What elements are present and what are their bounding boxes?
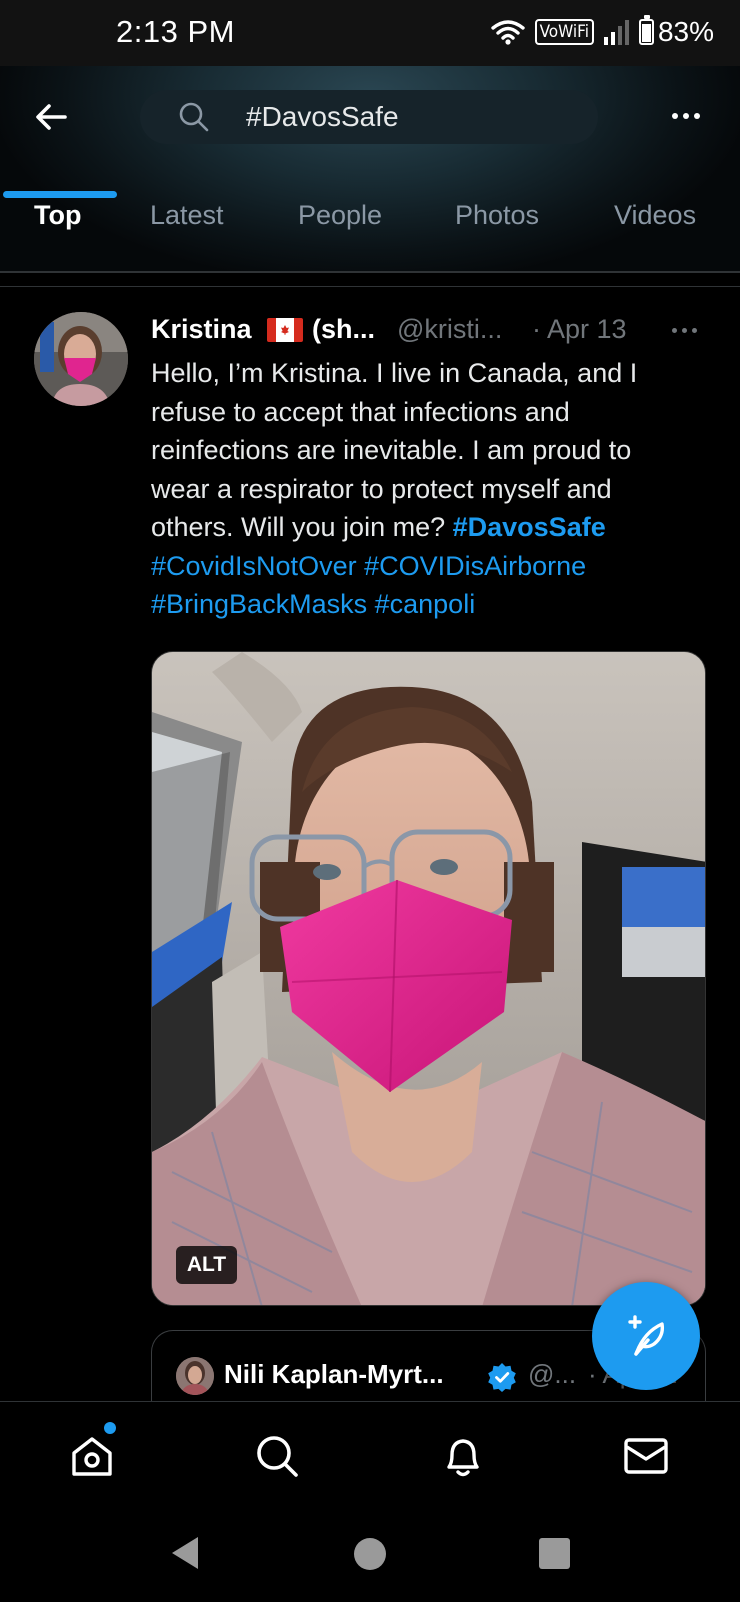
hashtag-covidisairborne[interactable]: #COVIDisAirborne — [364, 551, 586, 581]
active-tab-indicator — [3, 191, 117, 198]
search-header: Top Latest People Photos Videos — [0, 66, 740, 272]
battery-icon — [638, 15, 654, 45]
nav-messages-button[interactable] — [620, 1430, 672, 1482]
tab-photos[interactable]: Photos — [455, 196, 539, 272]
tweet-text-plain: others. Will you join me? — [151, 512, 453, 542]
nav-home-button[interactable] — [66, 1430, 118, 1482]
tab-videos[interactable]: Videos — [614, 196, 696, 272]
system-recents-button[interactable] — [539, 1538, 570, 1569]
tweet-more-button[interactable] — [672, 328, 697, 333]
battery-percent: 83% — [657, 16, 714, 47]
battery: 83% — [638, 15, 714, 48]
display-name[interactable]: Kristina — [151, 314, 252, 345]
tweet-date[interactable]: · Apr 13 — [532, 314, 627, 345]
compose-feather-icon — [628, 1315, 665, 1356]
tweet-text-line: others. Will you join me? #DavosSafe — [151, 508, 711, 547]
messages-icon — [624, 1438, 668, 1474]
user-handle[interactable]: @kristi... — [397, 314, 502, 345]
display-name-suffix[interactable]: (sh... — [312, 314, 375, 345]
hashtag-bringbackmasks[interactable]: #BringBackMasks — [151, 589, 367, 619]
tab-people[interactable]: People — [298, 196, 382, 272]
avatar — [176, 1357, 214, 1395]
nav-notifications-button[interactable] — [437, 1430, 489, 1482]
compose-tweet-button[interactable] — [592, 1282, 700, 1390]
search-tabs: Top Latest People Photos Videos — [0, 196, 740, 272]
system-home-button[interactable] — [354, 1538, 386, 1570]
nav-search-button[interactable] — [251, 1430, 303, 1482]
search-input[interactable] — [246, 101, 566, 133]
search-icon — [178, 101, 210, 133]
canada-flag-icon — [267, 318, 303, 342]
tweet-photo[interactable]: ALT — [151, 651, 706, 1306]
back-arrow-icon — [36, 104, 67, 130]
signal-icon — [603, 19, 629, 45]
tweet-text-line: #CovidIsNotOver #COVIDisAirborne — [151, 547, 711, 586]
search-icon — [257, 1436, 298, 1477]
system-navigation-bar — [0, 1505, 740, 1602]
tweet-header: Kristina (sh... @kristi... · Apr 13 — [151, 314, 711, 350]
tab-latest[interactable]: Latest — [150, 196, 224, 272]
system-back-icon[interactable] — [168, 1535, 200, 1571]
search-bar[interactable] — [140, 90, 598, 144]
hashtag-covidisnotover[interactable]: #CovidIsNotOver — [151, 551, 357, 581]
quoted-handle: @... — [528, 1359, 577, 1389]
home-icon — [72, 1437, 112, 1476]
selfie-photo — [152, 652, 705, 1305]
bottom-navigation — [0, 1401, 740, 1505]
status-icons: VoWiFi 83% — [490, 15, 714, 48]
hashtag-canpoli[interactable]: #canpoli — [375, 589, 476, 619]
verified-badge-icon — [488, 1363, 516, 1392]
tweet-text-line: Hello, I’m Kristina. I live in Canada, a… — [151, 358, 638, 388]
more-options-button[interactable] — [664, 96, 708, 136]
status-time: 2:13 PM — [116, 14, 235, 49]
home-notification-dot — [104, 1422, 116, 1434]
more-dots-icon — [672, 113, 678, 119]
tweet-text-line: refuse to accept that infections and — [151, 396, 570, 427]
back-button[interactable] — [28, 94, 74, 140]
tweet-text: Hello, I’m Kristina. I live in Canada, a… — [151, 354, 711, 624]
divider — [0, 271, 740, 273]
alt-text-badge[interactable]: ALT — [176, 1246, 237, 1284]
tweet-text-line: reinfections are inevitable. I am proud … — [151, 435, 632, 465]
wifi-icon — [490, 18, 525, 46]
tweet-text-line: wear a respirator to protect myself and — [151, 473, 612, 504]
tweet-text-line: #BringBackMasks #canpoli — [151, 585, 711, 624]
avatar[interactable] — [34, 312, 128, 406]
quoted-display-name: Nili Kaplan-Myrt... — [224, 1359, 444, 1389]
status-bar: 2:13 PM VoWiFi 83% — [0, 0, 740, 66]
hashtag-davossafe[interactable]: #DavosSafe — [453, 512, 606, 542]
tab-top[interactable]: Top — [34, 196, 81, 272]
vowifi-badge: VoWiFi — [534, 19, 594, 45]
divider — [0, 286, 740, 287]
notifications-icon — [447, 1439, 479, 1477]
